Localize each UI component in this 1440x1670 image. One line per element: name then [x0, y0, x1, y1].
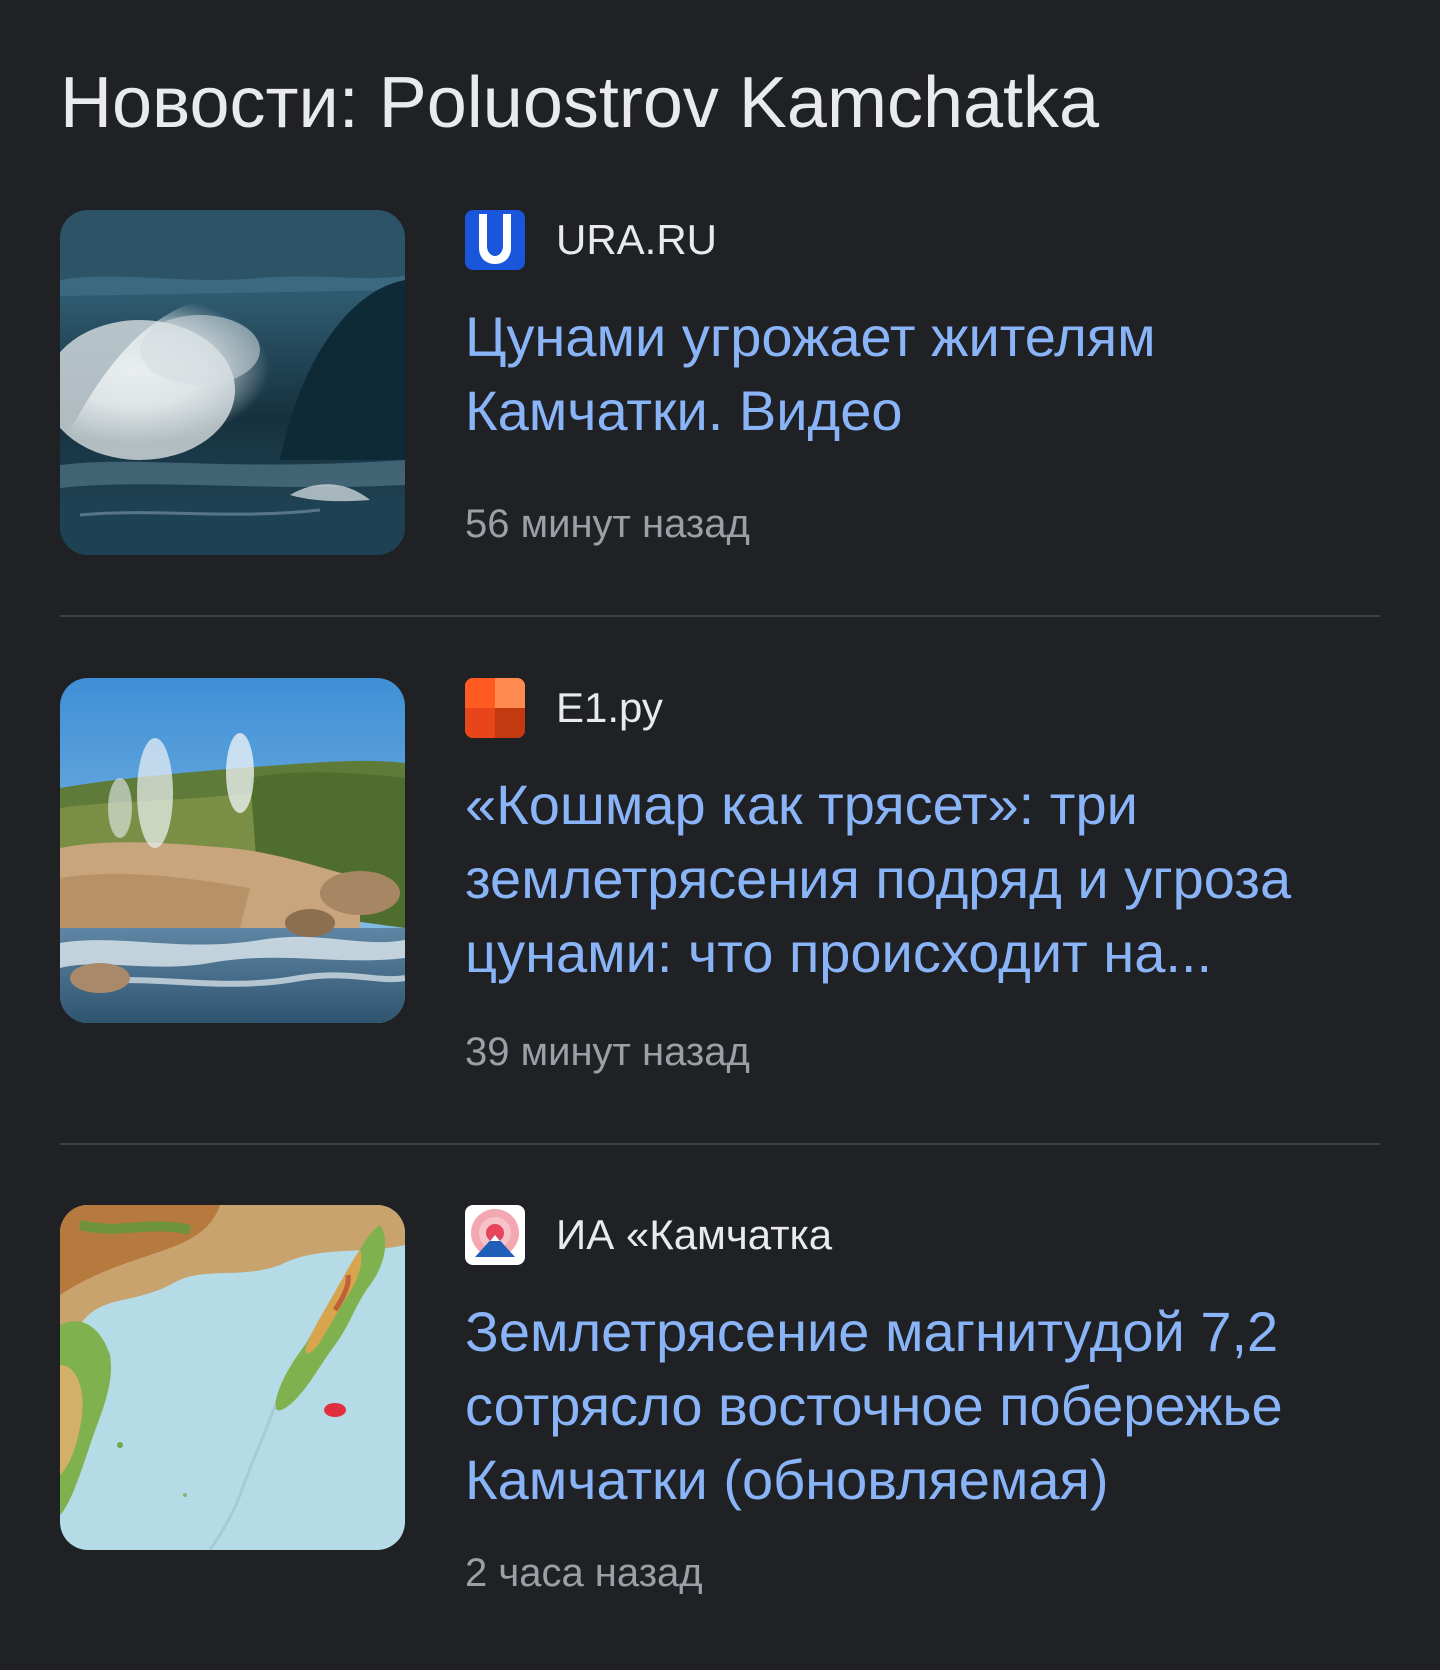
news-card[interactable]: URA.RU Цунами угрожает жителям Камчатки.…	[60, 210, 1380, 616]
geyser-valley-image	[60, 678, 405, 1023]
source-name: E1.ру	[556, 684, 663, 731]
news-card[interactable]: ИА «Камчатка Землетрясение магнитудой 7,…	[60, 1205, 1380, 1625]
e1-logo-icon	[465, 678, 525, 738]
kamchatka-map-image	[60, 1205, 405, 1550]
news-card[interactable]: E1.ру «Кошмар как трясет»: три землетряс…	[60, 678, 1380, 1142]
headline-link[interactable]: Землетрясение магнитудой 7,2 сотрясло во…	[465, 1295, 1380, 1517]
headline-link[interactable]: Цунами угрожает жителям Камчатки. Видео	[465, 300, 1380, 448]
ura-ru-logo-icon	[465, 210, 525, 270]
publish-time: 56 минут назад	[465, 502, 750, 546]
publish-time: 2 часа назад	[465, 1551, 703, 1595]
divider	[60, 1143, 1380, 1145]
ia-kamchatka-logo-icon	[465, 1205, 525, 1265]
publish-time: 39 минут назад	[465, 1030, 750, 1074]
divider	[60, 615, 1380, 617]
headline-link[interactable]: «Кошмар как трясет»: три землетрясения п…	[465, 768, 1380, 990]
source-name: ИА «Камчатка	[556, 1211, 833, 1258]
section-title: Новости: Poluostrov Kamchatka	[60, 63, 1100, 143]
source-name: URA.RU	[556, 216, 718, 263]
ocean-wave-image	[60, 210, 405, 555]
